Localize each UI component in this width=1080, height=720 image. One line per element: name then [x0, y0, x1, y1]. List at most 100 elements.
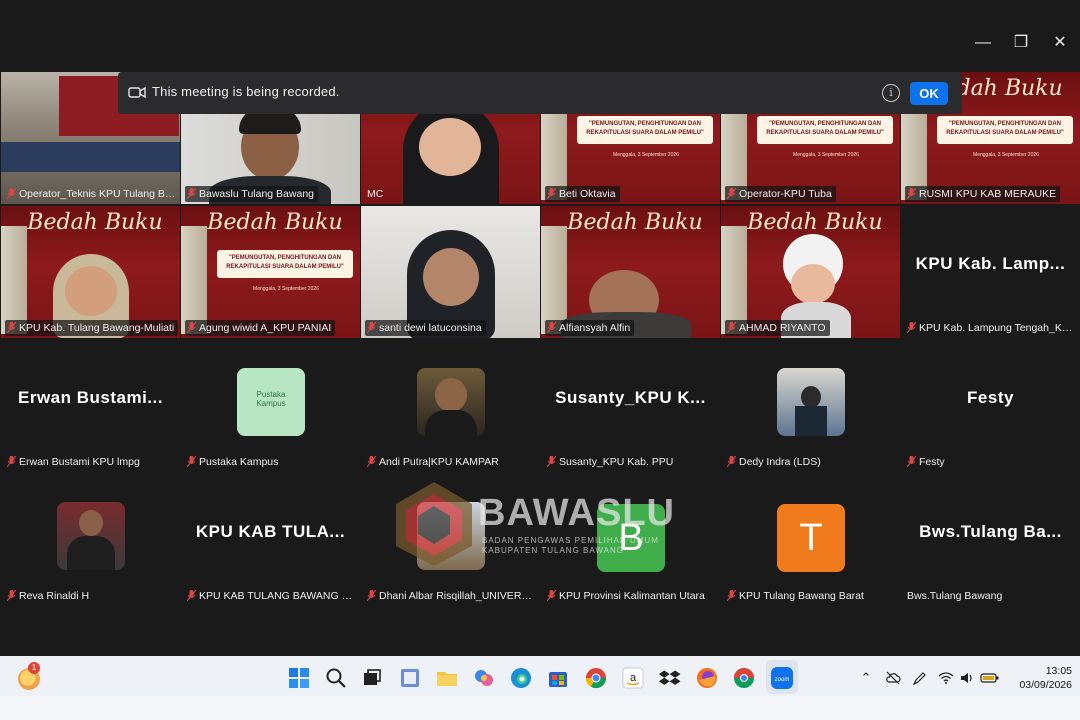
- chrome-profile-icon[interactable]: [732, 666, 756, 690]
- mic-muted-icon: [907, 322, 916, 333]
- windows-app-icon[interactable]: [398, 666, 422, 690]
- taskbar-reflection: [0, 696, 1080, 720]
- person-face: [65, 266, 117, 316]
- participant-tile[interactable]: T KPU Tulang Bawang Barat: [721, 474, 900, 606]
- participant-tile[interactable]: Bedah Buku Alfiansyah Alfin: [541, 206, 720, 338]
- mic-muted-icon: [727, 188, 736, 199]
- participant-tile[interactable]: Bedah Buku KPU Kab. Tulang Bawang-Muliat…: [1, 206, 180, 338]
- file-explorer-icon[interactable]: [435, 666, 459, 690]
- participant-name: Reva Rinaldi H: [5, 588, 93, 604]
- copilot-icon[interactable]: [472, 666, 496, 690]
- participant-tile[interactable]: Susanty_KPU K... Susanty_KPU Kab. PPU: [541, 340, 720, 472]
- svg-text:zoom: zoom: [775, 677, 790, 683]
- participant-name: Pustaka Kampus: [185, 454, 282, 470]
- search-icon[interactable]: [324, 666, 348, 690]
- windows-start-icon[interactable]: [287, 666, 311, 690]
- participant-name: Beti Oktavia: [545, 186, 620, 202]
- profile-face: [801, 386, 821, 408]
- battery-icon[interactable]: [980, 670, 1000, 686]
- letter-avatar: T: [777, 504, 845, 572]
- participant-tile[interactable]: Bedah Buku AHMAD RIYANTO: [721, 206, 900, 338]
- mic-muted-icon: [7, 322, 16, 333]
- participant-tile[interactable]: Reva Rinaldi H: [1, 474, 180, 606]
- task-view-icon[interactable]: [360, 666, 384, 690]
- recording-notice: This meeting is being recorded. i OK: [118, 72, 962, 114]
- backdrop-title: Bedah Buku: [567, 210, 703, 235]
- profile-face: [79, 510, 103, 536]
- dropbox-icon[interactable]: [658, 666, 682, 690]
- backdrop-tema: "PEMUNGUTAN, PENGHITUNGAN DAN REKAPITULA…: [577, 116, 713, 144]
- participant-display-name: KPU KAB TULA...: [195, 522, 346, 541]
- maximize-button[interactable]: ❐: [1010, 32, 1032, 54]
- participant-tile[interactable]: Bedah Buku "PEMUNGUTAN, PENGHITUNGAN DAN…: [181, 206, 360, 338]
- amazon-icon[interactable]: a: [621, 666, 645, 690]
- participant-tile[interactable]: B KPU Provinsi Kalimantan Utara: [541, 474, 720, 606]
- zoom-meeting-window: — ❐ ✕ Operator_Teknis KPU Tulang Bawang …: [0, 0, 1080, 720]
- participant-name: AHMAD RIYANTO: [725, 320, 830, 336]
- profile-picture: [57, 502, 125, 570]
- mic-muted-icon: [187, 456, 196, 467]
- participant-tile[interactable]: Festy Festy: [901, 340, 1080, 472]
- mic-muted-icon: [907, 188, 916, 199]
- cloud-offline-icon[interactable]: [885, 670, 901, 686]
- participant-name: Susanty_KPU Kab. PPU: [545, 454, 677, 470]
- mic-muted-icon: [547, 322, 556, 333]
- letter-avatar: B: [597, 504, 665, 572]
- backdrop-tema: "PEMUNGUTAN, PENGHITUNGAN DAN REKAPITULA…: [757, 116, 893, 144]
- pen-icon[interactable]: [912, 670, 928, 686]
- mic-muted-icon: [547, 456, 556, 467]
- wifi-icon[interactable]: [938, 670, 954, 686]
- participant-tile[interactable]: KPU KAB TULA... KPU KAB TULANG BAWANG BA…: [181, 474, 360, 606]
- mic-muted-icon: [727, 456, 736, 467]
- participant-name: RUSMI KPU KAB MERAUKE: [905, 186, 1061, 202]
- video-grid: Operator_Teknis KPU Tulang Bawang Bawasl…: [0, 72, 1080, 652]
- mic-muted-icon: [187, 590, 196, 601]
- participant-tile[interactable]: Dedy Indra (LDS): [721, 340, 900, 472]
- close-button[interactable]: ✕: [1049, 32, 1071, 54]
- zoom-icon[interactable]: zoom: [770, 666, 794, 690]
- show-hidden-icons-chevron-up-icon[interactable]: ⌃: [858, 670, 874, 686]
- mic-muted-icon: [547, 188, 556, 199]
- participant-name: Operator-KPU Tuba: [725, 186, 836, 202]
- person-face-front: [419, 118, 481, 176]
- participant-name: Operator_Teknis KPU Tulang Bawang: [5, 186, 180, 202]
- mic-muted-icon: [187, 322, 196, 333]
- participant-tile[interactable]: Erwan Bustami... Erwan Bustami KPU lmpg: [1, 340, 180, 472]
- ok-button[interactable]: OK: [910, 82, 948, 105]
- participant-display-name: Susanty_KPU K...: [555, 388, 706, 407]
- chrome-icon[interactable]: [584, 666, 608, 690]
- system-clock[interactable]: 13:05 03/09/2026: [1004, 664, 1072, 692]
- mic-muted-icon: [367, 322, 376, 333]
- firefox-icon[interactable]: [695, 666, 719, 690]
- participant-name: santi dewi latuconsina: [365, 320, 486, 336]
- participant-name: KPU Kab. Lampung Tengah_Kasubag: [905, 320, 1080, 336]
- video-camera-icon: [128, 86, 146, 99]
- audience-row: [1, 142, 180, 172]
- participant-tile[interactable]: Bws.Tulang Ba... Bws.Tulang Bawang: [901, 474, 1080, 606]
- profile-body: [425, 410, 477, 436]
- participant-tile[interactable]: Pustaka Kampus Pustaka Kampus: [181, 340, 360, 472]
- participant-tile[interactable]: KPU Kab. Lamp... KPU Kab. Lampung Tengah…: [901, 206, 1080, 338]
- mic-muted-icon: [7, 590, 16, 601]
- recording-notice-text: This meeting is being recorded.: [152, 84, 340, 99]
- edge-browser-icon[interactable]: [509, 666, 533, 690]
- notification-badge: 1: [28, 662, 40, 674]
- volume-icon[interactable]: [959, 670, 975, 686]
- participant-name: MC: [367, 188, 384, 200]
- mic-muted-icon: [187, 188, 196, 199]
- participant-tile[interactable]: Andi Putra|KPU KAMPAR: [361, 340, 540, 472]
- info-icon[interactable]: i: [882, 84, 900, 102]
- mic-muted-icon: [907, 456, 916, 467]
- participant-name: Dedy Indra (LDS): [725, 454, 825, 470]
- participant-tile[interactable]: santi dewi latuconsina: [361, 206, 540, 338]
- participant-display-name: Bws.Tulang Ba...: [919, 522, 1062, 541]
- profile-picture: [777, 368, 845, 436]
- backdrop-title: Bedah Buku: [747, 210, 883, 235]
- person-face: [423, 248, 479, 306]
- participant-name: KPU KAB TULANG BAWANG BARAT: [185, 588, 360, 604]
- minimize-button[interactable]: —: [972, 32, 994, 54]
- microsoft-store-icon[interactable]: [546, 666, 570, 690]
- backdrop-tema: "PEMUNGUTAN, PENGHITUNGAN DAN REKAPITULA…: [217, 250, 353, 278]
- participant-name: Dhani Albar Risqillah_UNIVERSITAS: [365, 588, 540, 604]
- participant-tile[interactable]: Dhani Albar Risqillah_UNIVERSITAS: [361, 474, 540, 606]
